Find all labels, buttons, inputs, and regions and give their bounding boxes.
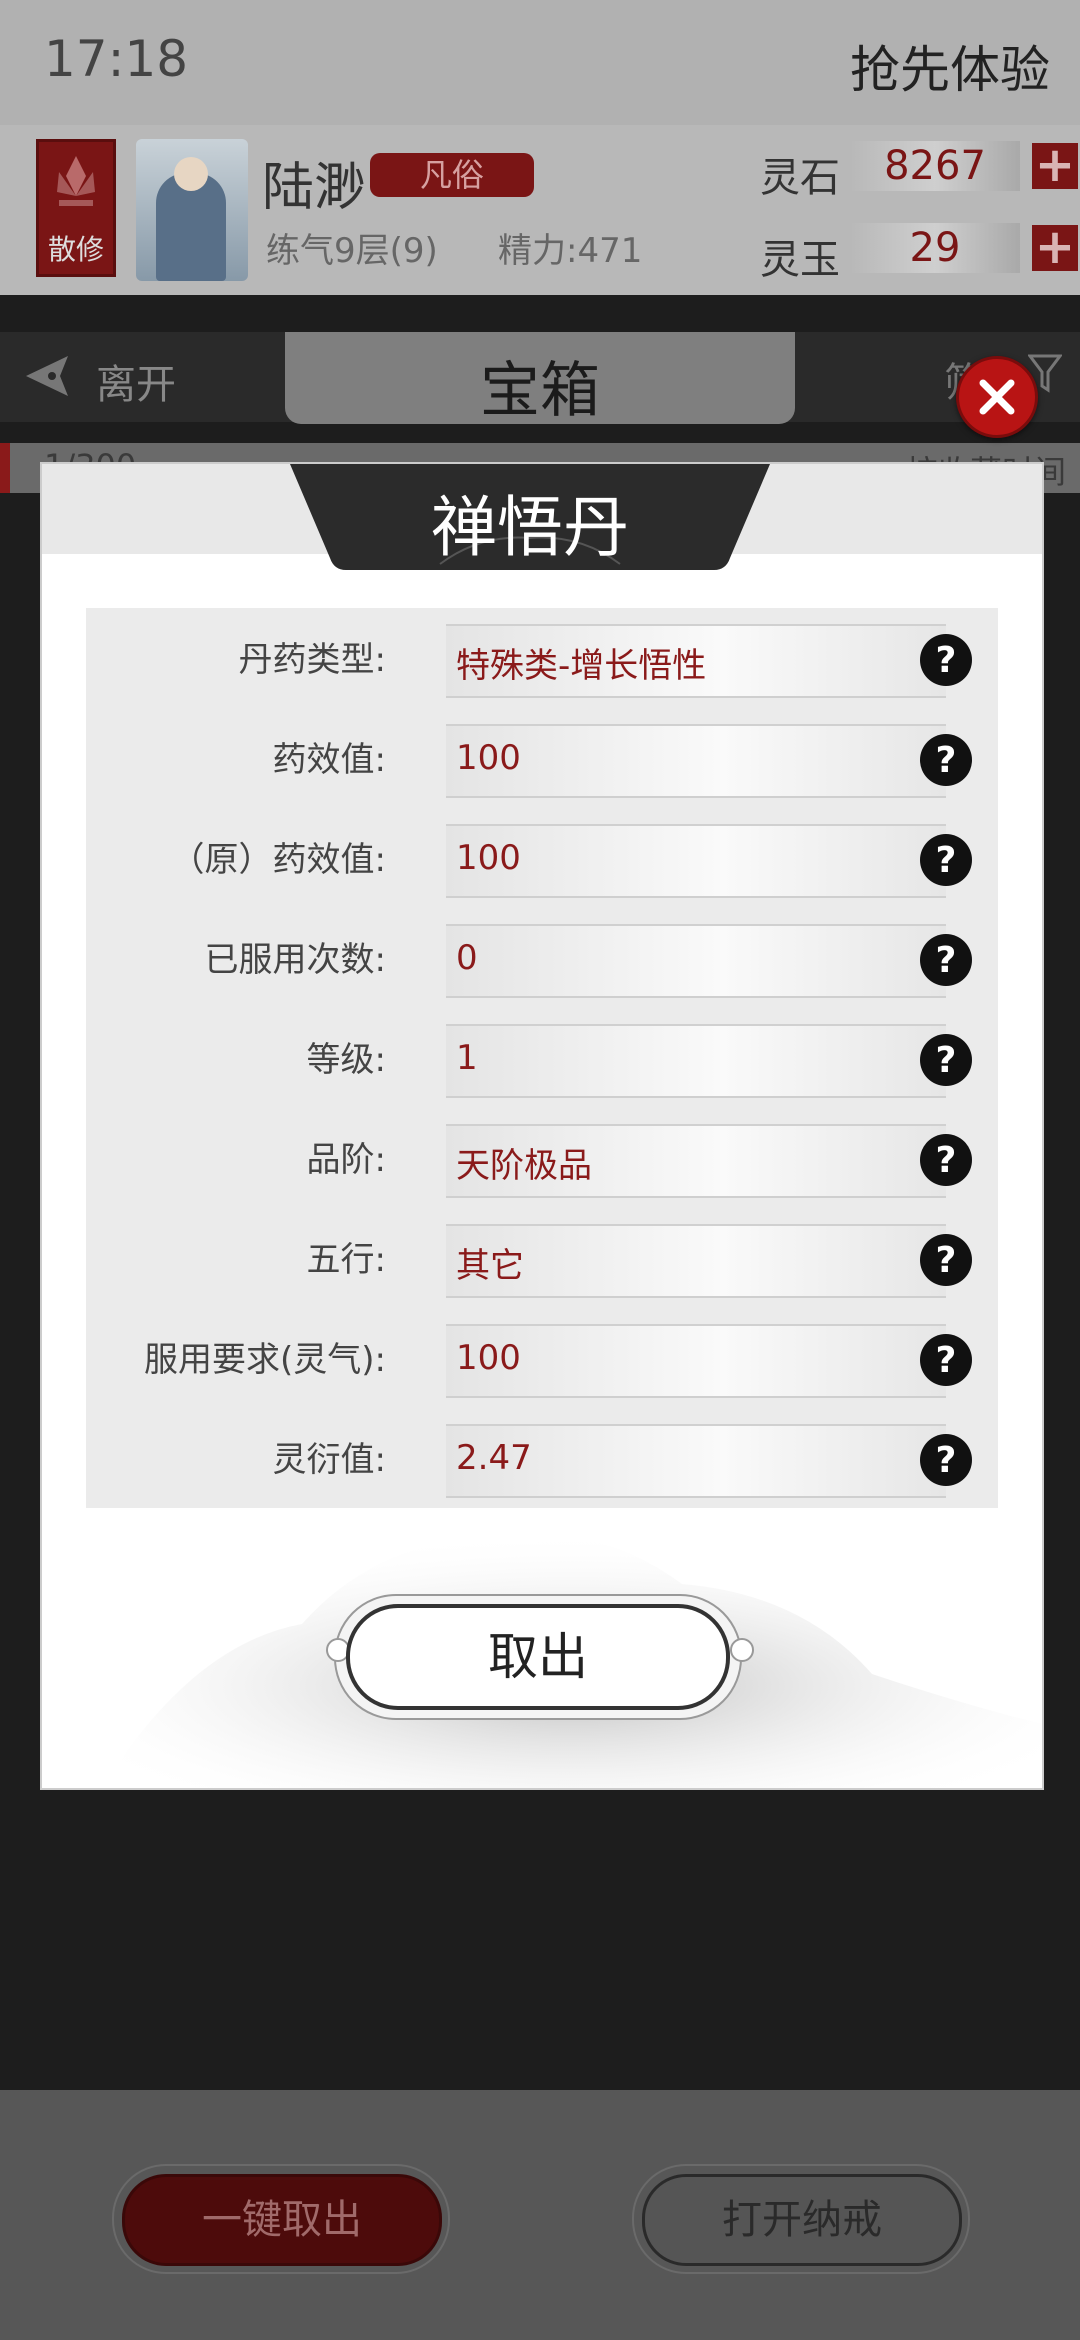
attribute-value: 天阶极品 xyxy=(456,1146,592,1186)
question-icon[interactable]: ? xyxy=(918,1232,974,1288)
attribute-value-box: 1 xyxy=(446,1024,946,1098)
currency-value: 8267 xyxy=(850,141,1020,191)
attribute-value-box: 2.47 xyxy=(446,1424,946,1498)
attribute-value: 2.47 xyxy=(456,1438,532,1478)
currency-value: 29 xyxy=(850,223,1020,273)
question-icon[interactable]: ? xyxy=(918,932,974,988)
attribute-value-box: 100 xyxy=(446,1324,946,1398)
player-name: 陆渺 xyxy=(262,158,367,218)
svg-text:?: ? xyxy=(936,1240,957,1281)
player-bar: 散修 陆渺 凡俗 练气9层(9) 精力:471 灵石 8267 + 灵玉 29 … xyxy=(0,125,1080,295)
attribute-label: 已服用次数: xyxy=(204,940,386,980)
question-icon[interactable]: ? xyxy=(918,832,974,888)
currency-row-spirit-stone: 灵石 8267 + xyxy=(760,141,1080,201)
svg-text:?: ? xyxy=(936,1340,957,1381)
attribute-row: 服用要求(灵气): 100 ? xyxy=(86,1308,998,1408)
question-icon[interactable]: ? xyxy=(918,1132,974,1188)
attribute-row: 已服用次数: 0 ? xyxy=(86,908,998,1008)
strip-accent xyxy=(0,443,10,493)
attribute-value-box: 0 xyxy=(446,924,946,998)
bottom-bar: 一键取出 打开纳戒 xyxy=(0,2090,1080,2340)
attribute-label: 五行: xyxy=(306,1240,386,1280)
question-icon[interactable]: ? xyxy=(918,1432,974,1488)
currency-label: 灵石 xyxy=(760,155,840,201)
attribute-value: 100 xyxy=(456,1338,521,1378)
attribute-value: 特殊类-增长悟性 xyxy=(456,646,707,686)
attribute-label: 服用要求(灵气): xyxy=(144,1340,386,1380)
rank-badge: 凡俗 xyxy=(370,153,534,197)
attribute-value: 0 xyxy=(456,938,478,978)
attribute-label: 药效值: xyxy=(272,740,386,780)
attribute-row: 等级: 1 ? xyxy=(86,1008,998,1108)
item-detail-dialog: 禅悟丹 丹药类型: 特殊类-增长悟性 ? 药效值: 100 ? （原）药效值: … xyxy=(40,462,1044,1790)
attribute-row: 五行: 其它 ? xyxy=(86,1208,998,1308)
attribute-value-box: 特殊类-增长悟性 xyxy=(446,624,946,698)
currency-row-spirit-jade: 灵玉 29 + xyxy=(760,223,1080,283)
lotus-icon xyxy=(57,156,95,206)
attribute-row: 灵衍值: 2.47 ? xyxy=(86,1408,998,1508)
attribute-value: 其它 xyxy=(456,1246,524,1286)
one-click-take-out-button[interactable]: 一键取出 xyxy=(122,2174,442,2266)
question-icon[interactable]: ? xyxy=(918,732,974,788)
avatar[interactable] xyxy=(136,139,248,281)
cultivation-level: 练气9层(9) xyxy=(266,231,438,271)
frame-knob xyxy=(730,1638,754,1662)
take-out-button[interactable]: 取出 xyxy=(346,1604,730,1710)
attribute-label: 灵衍值: xyxy=(272,1440,386,1480)
svg-text:?: ? xyxy=(936,1040,957,1081)
attribute-row: 品阶: 天阶极品 ? xyxy=(86,1108,998,1208)
attribute-value: 100 xyxy=(456,838,521,878)
question-icon[interactable]: ? xyxy=(918,1032,974,1088)
back-arrow-icon[interactable] xyxy=(22,350,74,402)
leave-button[interactable]: 离开 xyxy=(96,352,176,410)
open-ring-button[interactable]: 打开纳戒 xyxy=(642,2174,962,2266)
attribute-row: 药效值: 100 ? xyxy=(86,708,998,808)
attribute-value-box: 100 xyxy=(446,824,946,898)
attribute-label: 丹药类型: xyxy=(238,640,386,680)
status-time: 17:18 xyxy=(44,30,189,88)
svg-text:?: ? xyxy=(936,640,957,681)
svg-text:?: ? xyxy=(936,1440,957,1481)
svg-text:?: ? xyxy=(936,940,957,981)
question-icon[interactable]: ? xyxy=(918,1332,974,1388)
currency-label: 灵玉 xyxy=(760,237,840,283)
attribute-value: 100 xyxy=(456,738,521,778)
close-icon xyxy=(979,379,1015,415)
svg-text:?: ? xyxy=(936,840,957,881)
attribute-label: （原）药效值: xyxy=(170,840,386,880)
attribute-value-box: 100 xyxy=(446,724,946,798)
page-title: 宝箱 xyxy=(480,356,600,426)
attribute-row: 丹药类型: 特殊类-增长悟性 ? xyxy=(86,608,998,708)
energy-value: 精力:471 xyxy=(498,231,643,271)
plus-icon[interactable]: + xyxy=(1032,223,1078,271)
attribute-value-box: 其它 xyxy=(446,1224,946,1298)
top-nav: 离开 宝箱 筛 xyxy=(0,332,1080,426)
attribute-value: 1 xyxy=(456,1038,478,1078)
svg-text:?: ? xyxy=(936,740,957,781)
svg-text:?: ? xyxy=(936,1140,957,1181)
attribute-label: 品阶: xyxy=(306,1140,386,1180)
attribute-label: 等级: xyxy=(306,1040,386,1080)
close-button[interactable] xyxy=(956,356,1038,438)
early-access-label[interactable]: 抢先体验 xyxy=(850,30,1050,102)
avatar-head xyxy=(174,157,208,191)
sect-label: 散修 xyxy=(47,233,104,266)
sect-badge[interactable]: 散修 xyxy=(36,139,116,277)
title-plate: 宝箱 xyxy=(285,332,795,426)
attribute-panel[interactable]: 丹药类型: 特殊类-增长悟性 ? 药效值: 100 ? （原）药效值: 100 … xyxy=(86,608,998,1508)
attribute-row: （原）药效值: 100 ? xyxy=(86,808,998,908)
dialog-title: 禅悟丹 xyxy=(431,489,629,566)
plus-icon[interactable]: + xyxy=(1032,141,1078,189)
attribute-value-box: 天阶极品 xyxy=(446,1124,946,1198)
status-bar: 17:18 抢先体验 xyxy=(0,0,1080,125)
question-icon[interactable]: ? xyxy=(918,632,974,688)
